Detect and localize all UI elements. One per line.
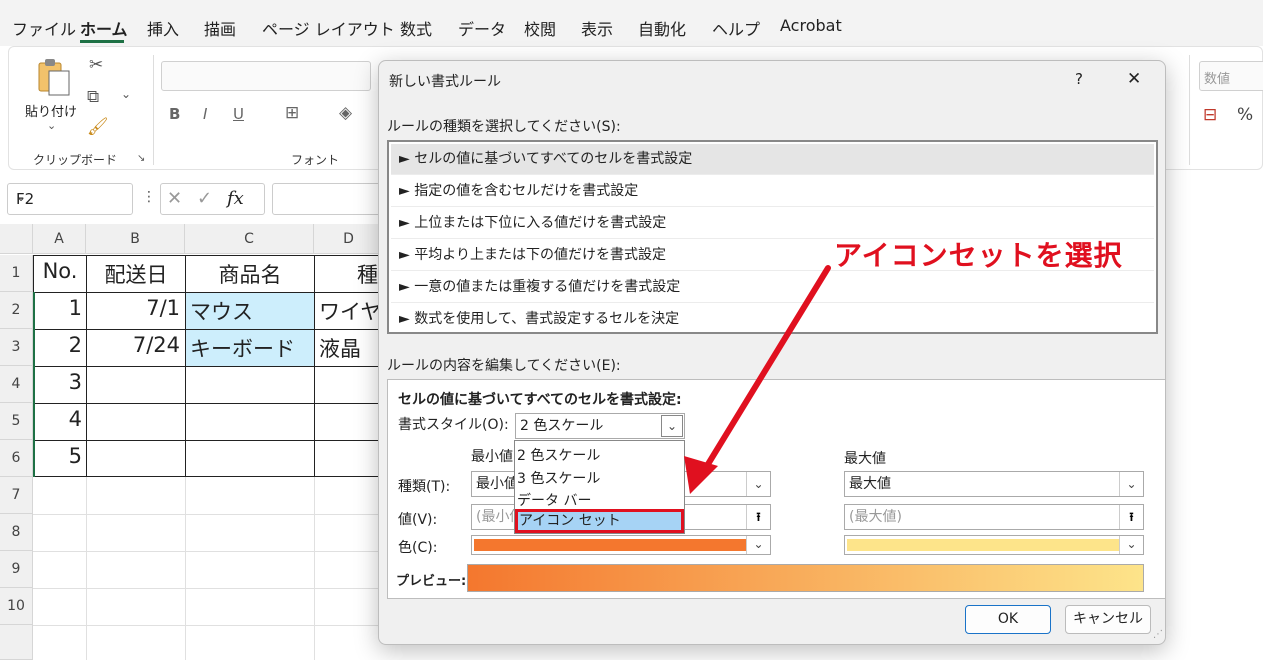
- annotation-arrow: [684, 265, 831, 494]
- annotation-text: アイコンセットを選択: [834, 239, 1123, 272]
